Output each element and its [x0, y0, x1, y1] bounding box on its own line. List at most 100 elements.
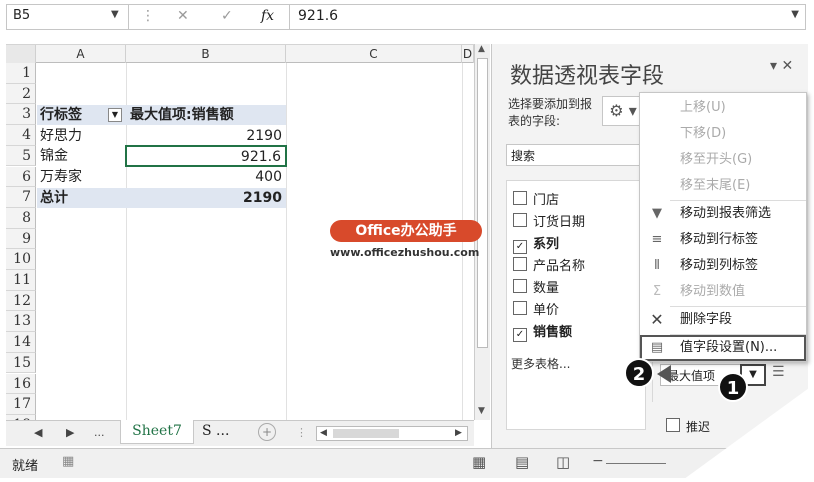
columns-icon: ⦀ [654, 258, 660, 273]
row-header[interactable]: 7 [6, 187, 36, 208]
pivot-row-value[interactable]: 400 [126, 167, 286, 187]
row-header[interactable]: 15 [6, 352, 36, 374]
tab-splitter[interactable]: ⋮ [296, 426, 307, 439]
menu-item-label: 值字段设置(N)... [680, 340, 778, 355]
column-header-b[interactable]: B [126, 45, 286, 63]
prev-sheet-icon[interactable]: ◀ [34, 426, 42, 439]
defer-update-checkbox[interactable]: 推迟 [666, 418, 710, 435]
checkbox[interactable] [513, 213, 527, 227]
menu-item-move-down[interactable]: 下移(D) [640, 121, 806, 147]
h-scrollbar-thumb[interactable] [333, 429, 399, 438]
menu-item-move-to-end[interactable]: 移至末尾(E) [640, 173, 806, 199]
checkbox-checked[interactable]: ✓ [513, 240, 527, 254]
more-sheets-button[interactable]: ... [94, 426, 105, 439]
column-header-d[interactable]: D [462, 45, 474, 63]
menu-item-remove-field[interactable]: ✕ 删除字段 [640, 307, 806, 333]
checkbox[interactable] [513, 279, 527, 293]
checkbox[interactable] [513, 191, 527, 205]
insert-function-icon[interactable]: fx [261, 8, 274, 24]
tab-other-sheet[interactable]: S ... [202, 423, 229, 439]
row-header[interactable]: 13 [6, 311, 36, 333]
menu-item-move-to-values[interactable]: Σ 移动到数值 [640, 279, 806, 305]
page-break-preview-icon[interactable]: ◫ [556, 453, 570, 471]
macro-record-icon[interactable]: ▦ [62, 454, 74, 469]
scroll-down-icon[interactable]: ▼ [478, 406, 485, 416]
menu-item-move-to-rows[interactable]: ≡ 移动到行标签 [640, 227, 806, 253]
formula-bar: B5 ▼ ⋮ ✕ ✓ fx 921.6 ▼ [6, 4, 806, 30]
menu-item-move-up[interactable]: 上移(U) [640, 95, 806, 121]
column-header-c[interactable]: C [286, 45, 462, 63]
formula-input[interactable]: 921.6 [289, 5, 799, 29]
pane-title: 数据透视表字段 [510, 64, 665, 89]
field-item-product-name[interactable]: 产品名称 [513, 255, 585, 274]
row-header[interactable]: 1 [6, 63, 36, 84]
scroll-up-icon[interactable]: ▲ [478, 44, 485, 54]
row-header[interactable]: 4 [6, 125, 36, 146]
pivot-value-header: 最大值项:销售额 [130, 107, 234, 123]
zoom-out-icon[interactable]: − [592, 453, 604, 469]
select-all-corner[interactable] [6, 45, 36, 63]
row-header[interactable]: 3 [6, 104, 36, 126]
selected-cell-b5[interactable]: 921.6 [125, 145, 287, 167]
field-item-store[interactable]: 门店 [513, 189, 559, 208]
checkbox[interactable] [513, 257, 527, 271]
row-header[interactable]: 11 [6, 270, 36, 291]
checkbox-checked[interactable]: ✓ [513, 328, 527, 342]
expand-formula-icon[interactable]: ▼ [791, 9, 799, 20]
normal-view-icon[interactable]: ▦ [472, 453, 486, 471]
column-header-a[interactable]: A [36, 45, 126, 63]
row-header[interactable]: 14 [6, 332, 36, 353]
checkbox[interactable] [666, 418, 680, 432]
row-header[interactable]: 12 [6, 290, 36, 312]
cancel-icon[interactable]: ✕ [177, 8, 189, 24]
more-tables-link[interactable]: 更多表格... [511, 355, 570, 372]
pane-options-close-icon[interactable]: ▾ ✕ [770, 58, 793, 74]
enter-icon[interactable]: ✓ [221, 8, 233, 24]
step-badge-2: 2 [624, 358, 654, 388]
row-header[interactable]: 2 [6, 83, 36, 105]
gridline [286, 63, 287, 420]
menu-item-move-to-columns[interactable]: ⦀ 移动到列标签 [640, 253, 806, 279]
field-item-unit-price[interactable]: 单价 [513, 299, 559, 318]
zoom-slider[interactable] [606, 463, 666, 464]
row-header[interactable]: 9 [6, 228, 36, 250]
row-header[interactable]: 6 [6, 166, 36, 188]
field-item-series[interactable]: ✓ 系列 [513, 233, 559, 254]
add-sheet-button[interactable]: + [258, 423, 276, 441]
field-item-sales[interactable]: ✓ 销售额 [513, 321, 572, 342]
menu-item-move-to-beginning[interactable]: 移至开头(G) [640, 147, 806, 173]
tab-sheet7[interactable]: Sheet7 [120, 420, 194, 444]
filter-dropdown-button[interactable]: ▼ [108, 108, 122, 122]
sheet-tab-bar: ◀ ▶ ... Sheet7 S ... + ⋮ ◀ ▶ [6, 420, 474, 446]
gear-icon[interactable]: ⚙ ▾ [602, 96, 644, 126]
page-layout-icon[interactable]: ▤ [515, 453, 529, 471]
pivot-row-label[interactable]: 万寿家 [40, 167, 126, 187]
chevron-down-icon[interactable]: ▼ [111, 9, 119, 20]
menu-item-move-to-filter[interactable]: ▼ 移动到报表筛选 [640, 201, 806, 227]
pivot-total-label[interactable]: 总计 [40, 188, 126, 208]
horizontal-scrollbar[interactable]: ◀ ▶ [316, 426, 468, 441]
pivot-row-label-header: 行标签 [40, 107, 82, 123]
row-header[interactable]: 5 [6, 145, 36, 167]
layout-toggle-icon[interactable]: ☰ [772, 364, 785, 380]
pivot-row-value[interactable]: 2190 [126, 126, 286, 146]
pivot-row-label[interactable]: 锦金 [40, 146, 126, 166]
pivot-row-label[interactable]: 好思力 [40, 126, 126, 146]
menu-item-value-field-settings[interactable]: ▤ 值字段设置(N)... [640, 335, 806, 361]
field-search-input[interactable]: 搜索 ⌕ [506, 144, 651, 166]
defer-label: 推迟 [686, 420, 711, 434]
row-header[interactable]: 17 [6, 394, 36, 415]
scroll-left-icon[interactable]: ◀ [320, 428, 327, 438]
field-label: 订货日期 [533, 215, 586, 230]
checkbox[interactable] [513, 301, 527, 315]
row-header[interactable]: 16 [6, 373, 36, 395]
field-item-order-date[interactable]: 订货日期 [513, 211, 585, 230]
scrollbar-thumb[interactable] [477, 58, 488, 348]
row-header[interactable]: 10 [6, 249, 36, 270]
row-header[interactable]: 8 [6, 207, 36, 229]
pivot-total-value[interactable]: 2190 [126, 188, 286, 208]
field-label: 销售额 [533, 325, 573, 340]
scroll-right-icon[interactable]: ▶ [455, 428, 462, 438]
next-sheet-icon[interactable]: ▶ [66, 426, 74, 439]
field-item-quantity[interactable]: 数量 [513, 277, 559, 296]
